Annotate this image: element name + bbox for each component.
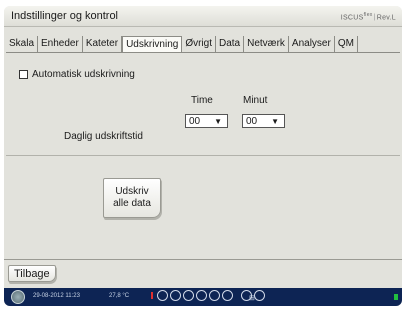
print-all-line2: alle data xyxy=(113,198,151,209)
power-icon[interactable] xyxy=(11,290,25,304)
minute-value: 00 xyxy=(246,116,258,127)
tab-qm[interactable]: QM xyxy=(334,36,358,52)
hour-value: 00 xyxy=(189,116,201,127)
window-title: Indstillinger og kontrol xyxy=(11,10,119,22)
brand-logo: ISCUSflex|Rev.L xyxy=(340,12,396,22)
minute-select[interactable]: 00 ▼ xyxy=(242,114,285,128)
dropdown-arrow-icon: ▼ xyxy=(271,117,279,126)
hour-select[interactable]: 00 ▼ xyxy=(185,114,228,128)
slot-circle-icon xyxy=(196,290,207,301)
alarm-marker-icon xyxy=(151,292,153,299)
status-bar: 29-08-2012 11:23 27,8 °C ⊞ xyxy=(4,288,402,306)
print-all-data-button[interactable]: Udskriv alle data xyxy=(103,178,161,218)
print-settings-panel: Automatisk udskrivning Time Minut Daglig… xyxy=(6,53,400,259)
tab-netvaerk[interactable]: Netværk xyxy=(244,36,289,52)
temperature-readout: 27,8 °C xyxy=(109,293,130,299)
device-screen: Indstillinger og kontrol ISCUSflex|Rev.L… xyxy=(4,6,402,306)
print-all-line1: Udskriv xyxy=(115,186,149,197)
minute-label: Minut xyxy=(243,95,268,106)
datetime-readout: 29-08-2012 11:23 xyxy=(33,293,80,299)
tab-bar: Skala Enheder Kateter Udskrivning Øvrigt… xyxy=(6,36,358,54)
auto-print-label: Automatisk udskrivning xyxy=(32,69,135,80)
back-button[interactable]: Tilbage xyxy=(8,265,56,282)
tab-skala[interactable]: Skala xyxy=(6,36,39,52)
tab-analyser[interactable]: Analyser xyxy=(288,36,335,52)
dropdown-arrow-icon: ▼ xyxy=(214,117,222,126)
section-divider xyxy=(6,155,400,156)
bottom-bar: Tilbage xyxy=(4,259,402,288)
brand-version: Rev.L xyxy=(376,14,396,22)
brand-name: ISCUS xyxy=(340,14,364,22)
tab-data[interactable]: Data xyxy=(216,36,245,52)
slot-circle-icon xyxy=(157,290,168,301)
auto-print-option[interactable]: Automatisk udskrivning xyxy=(19,69,135,80)
title-bar: Indstillinger og kontrol ISCUSflex|Rev.L xyxy=(4,6,402,27)
auto-print-checkbox[interactable] xyxy=(19,70,28,79)
network-icon: ⊞ xyxy=(249,295,255,302)
slot-circle-icon xyxy=(222,290,233,301)
slot-circle-icon xyxy=(209,290,220,301)
connection-status-icon xyxy=(394,294,398,300)
tab-enheder[interactable]: Enheder xyxy=(38,36,83,52)
slot-circle-icon xyxy=(170,290,181,301)
slot-circle-icon xyxy=(183,290,194,301)
daily-print-time-label: Daglig udskriftstid xyxy=(64,131,143,142)
tab-kateter[interactable]: Kateter xyxy=(82,36,123,52)
slot-circle-icon xyxy=(254,290,265,301)
hour-label: Time xyxy=(191,95,213,106)
tab-ovrigt[interactable]: Øvrigt xyxy=(182,36,216,52)
brand-sup: flex xyxy=(363,12,373,18)
